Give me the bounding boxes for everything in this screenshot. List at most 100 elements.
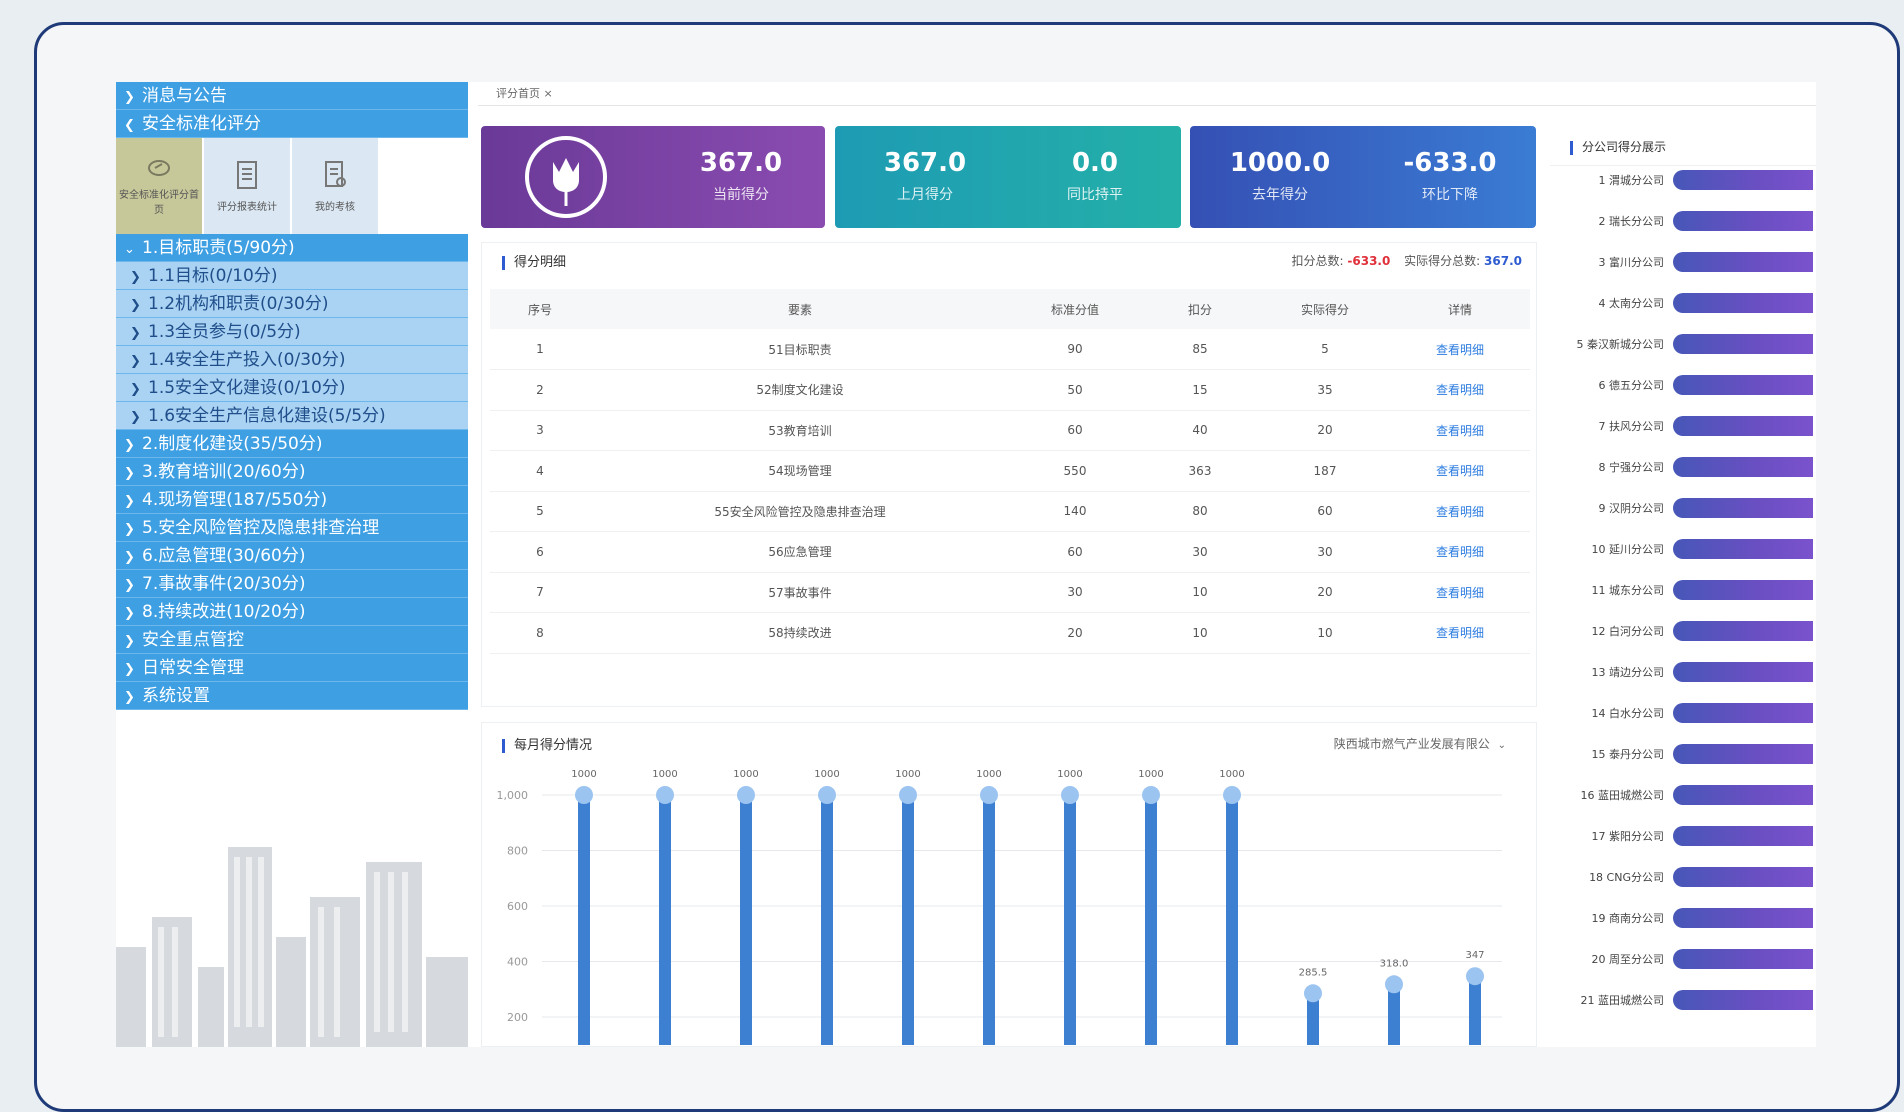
branch-rank-row: 2 瑞长分公司 bbox=[1550, 211, 1813, 233]
sidebar-subitem[interactable]: ❯ 1.3全员参与(0/5分) bbox=[116, 318, 468, 346]
table-cell: 8 bbox=[490, 612, 590, 654]
branch-rank-bar bbox=[1673, 785, 1813, 805]
monthly-bar[interactable] bbox=[983, 795, 995, 1045]
branch-rank-row: 1 渭城分公司 bbox=[1550, 170, 1813, 192]
monthly-bar-cap bbox=[1061, 786, 1079, 804]
monthly-score-panel: 每月得分情况 陕西城市燃气产业发展有限公 ⌄ 1,000 800 600 400 200… bbox=[481, 722, 1537, 1047]
sidebar-subitem[interactable]: ❯ 1.5安全文化建设(0/10分) bbox=[116, 374, 468, 402]
sidebar-item-label: 2.制度化建设(35/50分) bbox=[142, 434, 323, 454]
table-cell: 140 bbox=[1010, 491, 1140, 532]
branch-rank-row: 21 蓝田城燃公司 bbox=[1550, 990, 1813, 1012]
branch-rank-label: 8 宁强分公司 bbox=[1598, 461, 1665, 474]
monthly-bar[interactable] bbox=[1469, 976, 1481, 1045]
branch-rank-row: 17 紫阳分公司 bbox=[1550, 826, 1813, 848]
branch-rank-label: 6 德五分公司 bbox=[1598, 379, 1665, 392]
panel-title: 得分明细 bbox=[498, 255, 566, 270]
branch-rank-bar bbox=[1673, 662, 1813, 682]
sidebar-item-label: 1.1目标(0/10分) bbox=[148, 266, 278, 286]
table-cell: 15 bbox=[1140, 369, 1260, 411]
table-cell: 85 bbox=[1140, 329, 1260, 370]
table-cell: 54现场管理 bbox=[590, 450, 1010, 492]
tulip-logo-icon bbox=[525, 136, 607, 218]
table-cell: 10 bbox=[1140, 572, 1260, 613]
monthly-bar[interactable] bbox=[821, 795, 833, 1045]
sidebar-item-label: 8.持续改进(10/20分) bbox=[142, 602, 306, 622]
monthly-bar-cap bbox=[1304, 984, 1322, 1003]
monthly-bar[interactable] bbox=[1388, 984, 1400, 1045]
sidebar-item-section[interactable]: ❯ 安全重点管控 bbox=[116, 626, 468, 654]
y-tick-label: 1,000 bbox=[497, 789, 529, 802]
sidebar-item-section[interactable]: ❯ 2.制度化建设(35/50分) bbox=[116, 430, 468, 458]
view-detail-link[interactable]: 查看明细 bbox=[1390, 410, 1530, 451]
sidebar-item-section-1[interactable]: ⌄ 1.目标职责(5/90分) bbox=[116, 234, 468, 262]
kpi-card-yearly: 1000.0 去年得分 -633.0 环比下降 bbox=[1190, 126, 1536, 228]
monthly-bar-cap bbox=[818, 786, 836, 804]
quick-tile-my-review[interactable]: 我的考核 bbox=[292, 138, 378, 234]
view-detail-link[interactable]: 查看明细 bbox=[1390, 450, 1530, 492]
sidebar-item-section[interactable]: ❯ 系统设置 bbox=[116, 682, 468, 710]
table-cell: 53教育培训 bbox=[590, 410, 1010, 451]
monthly-bar[interactable] bbox=[578, 795, 590, 1045]
table-cell: 60 bbox=[1010, 531, 1140, 573]
table-cell: 5 bbox=[1260, 329, 1390, 370]
tab-score-home[interactable]: 评分首页 × bbox=[496, 87, 553, 100]
view-detail-link[interactable]: 查看明细 bbox=[1390, 531, 1530, 573]
branch-rank-row: 12 白河分公司 bbox=[1550, 621, 1813, 643]
company-select[interactable]: 陕西城市燃气产业发展有限公 ⌄ bbox=[1334, 723, 1506, 767]
y-tick-label: 600 bbox=[507, 900, 528, 913]
branch-rank-row: 10 延川分公司 bbox=[1550, 539, 1813, 561]
quick-tile-score-home[interactable]: 安全标准化评分首页 bbox=[116, 138, 202, 234]
table-cell: 20 bbox=[1260, 572, 1390, 613]
table-row: 4 54现场管理 550 363 187 查看明细 bbox=[490, 450, 1530, 492]
monthly-bar[interactable] bbox=[1226, 795, 1238, 1045]
sidebar-subitem[interactable]: ❯ 1.6安全生产信息化建设(5/5分) bbox=[116, 402, 468, 430]
kpi-card-monthly: 367.0 上月得分 0.0 同比持平 bbox=[835, 126, 1181, 228]
view-detail-link[interactable]: 查看明细 bbox=[1390, 329, 1530, 370]
view-detail-link[interactable]: 查看明细 bbox=[1390, 369, 1530, 411]
sidebar-item-section[interactable]: ❯ 6.应急管理(30/60分) bbox=[116, 542, 468, 570]
monthly-bar[interactable] bbox=[1064, 795, 1076, 1045]
sidebar-item-section[interactable]: ❯ 日常安全管理 bbox=[116, 654, 468, 682]
view-detail-link[interactable]: 查看明细 bbox=[1390, 572, 1530, 613]
y-tick-label: 400 bbox=[507, 956, 528, 969]
quick-tile-report[interactable]: 评分报表统计 bbox=[204, 138, 290, 234]
monthly-value-label: 1000 bbox=[895, 769, 920, 780]
table-row: 7 57事故事件 30 10 20 查看明细 bbox=[490, 572, 1530, 613]
sidebar-item-section[interactable]: ❯ 3.教育培训(20/60分) bbox=[116, 458, 468, 486]
table-cell: 58持续改进 bbox=[590, 612, 1010, 654]
monthly-value-label: 1000 bbox=[1138, 769, 1163, 780]
sidebar-item-section[interactable]: ❯ 5.安全风险管控及隐患排查治理 bbox=[116, 514, 468, 542]
actual-value: 367.0 bbox=[1484, 254, 1522, 268]
kpi-label: 同比持平 bbox=[1067, 187, 1123, 203]
company-select-value: 陕西城市燃气产业发展有限公 bbox=[1333, 737, 1490, 751]
monthly-bar[interactable] bbox=[659, 795, 671, 1045]
monthly-bar[interactable] bbox=[902, 795, 914, 1045]
sidebar-item-section[interactable]: ❯ 7.事故事件(20/30分) bbox=[116, 570, 468, 598]
sidebar-item-section[interactable]: ❯ 8.持续改进(10/20分) bbox=[116, 598, 468, 626]
table-cell: 57事故事件 bbox=[590, 572, 1010, 613]
chevron-right-icon: ❯ bbox=[124, 662, 135, 677]
chevron-right-icon: ❯ bbox=[124, 690, 135, 705]
table-cell: 30 bbox=[1260, 531, 1390, 573]
branch-rank-label: 5 秦汉新城分公司 bbox=[1576, 338, 1665, 351]
kpi-label: 去年得分 bbox=[1252, 187, 1308, 203]
view-detail-link[interactable]: 查看明细 bbox=[1390, 612, 1530, 654]
monthly-bar[interactable] bbox=[1145, 795, 1157, 1045]
sidebar-item-notice[interactable]: ❯ 消息与公告 bbox=[116, 82, 468, 110]
sidebar-item-label: 系统设置 bbox=[142, 686, 210, 706]
kpi-value: 1000.0 bbox=[1229, 148, 1331, 178]
sidebar-subitem[interactable]: ❯ 1.1目标(0/10分) bbox=[116, 262, 468, 290]
gauge-icon bbox=[148, 160, 170, 176]
sidebar-item-section[interactable]: ❯ 4.现场管理(187/550分) bbox=[116, 486, 468, 514]
panel-title: 分公司得分展示 bbox=[1566, 140, 1666, 154]
branch-rank-bar bbox=[1673, 990, 1813, 1010]
sidebar-item-label: 6.应急管理(30/60分) bbox=[142, 546, 306, 566]
monthly-bar[interactable] bbox=[740, 795, 752, 1045]
sidebar-item-safety-score[interactable]: ❮ 安全标准化评分 bbox=[116, 110, 468, 138]
sidebar-subitem[interactable]: ❯ 1.4安全生产投入(0/30分) bbox=[116, 346, 468, 374]
table-cell: 35 bbox=[1260, 369, 1390, 411]
sidebar-subitem[interactable]: ❯ 1.2机构和职责(0/30分) bbox=[116, 290, 468, 318]
view-detail-link[interactable]: 查看明细 bbox=[1390, 491, 1530, 532]
branch-rank-bar bbox=[1673, 867, 1813, 887]
sidebar-item-label: 3.教育培训(20/60分) bbox=[142, 462, 306, 482]
